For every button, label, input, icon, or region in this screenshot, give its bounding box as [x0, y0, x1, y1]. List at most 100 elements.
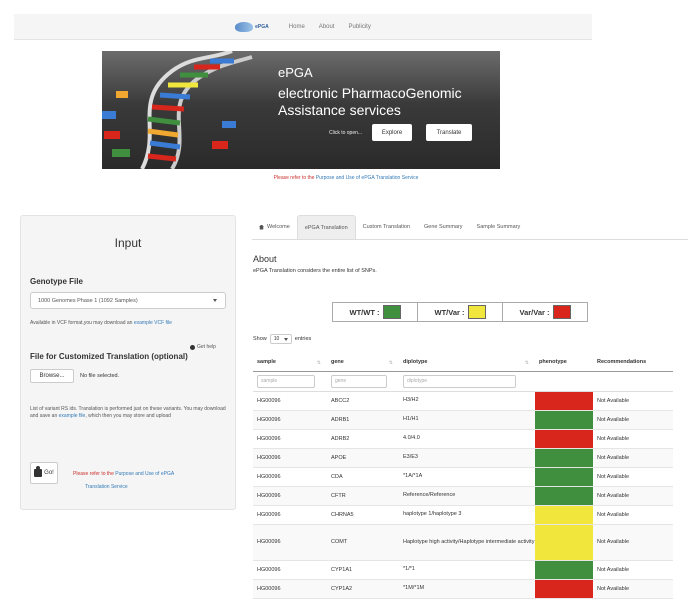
no-file-text: No file selected.	[80, 373, 120, 379]
translate-button[interactable]: Translate	[426, 124, 472, 141]
phenotype-cell	[535, 429, 593, 449]
legend-wt-var: WT/Var :	[418, 303, 503, 321]
get-help-link[interactable]: Get help	[190, 344, 216, 350]
column-header-diplotype-label: diplotype	[403, 358, 428, 365]
legend-var-var-label: Var/Var :	[519, 307, 550, 317]
diplotype-cell: *1/*1	[399, 560, 535, 580]
column-header-sample[interactable]: sample ⇅	[253, 353, 327, 372]
tab-sample-summary[interactable]: Sample Summary	[470, 215, 528, 239]
column-header-diplotype[interactable]: diplotype ⇅	[399, 353, 535, 372]
table-row[interactable]: HG00096 CHRNA5 haplotype 1/haplotype 3 Not …	[253, 505, 673, 525]
table-row[interactable]: HG00096 APOE E3/E3 Not Available	[253, 448, 673, 468]
sort-icon: ⇅	[524, 360, 529, 366]
genotype-file-select[interactable]: 1000 Genomes Phase 1 (1092 Samples)	[30, 292, 226, 309]
go-button[interactable]: Go!	[30, 462, 58, 484]
home-icon	[259, 224, 264, 230]
epga-logo[interactable]: ePGA	[235, 21, 269, 32]
column-header-recommendations[interactable]: Recommendations	[593, 353, 673, 372]
about-heading: About	[253, 254, 277, 264]
phenotype-cell	[535, 448, 593, 468]
browse-button[interactable]: Browse...	[30, 369, 74, 383]
sample-cell: HG00096	[253, 524, 327, 561]
sample-cell: HG00096	[253, 579, 327, 599]
table-row[interactable]: HG00096 CYP1A2 *1M/*1M Not Available	[253, 579, 673, 599]
legend-wt-wt-label: WT/WT :	[349, 307, 380, 317]
purpose-link-line2[interactable]: Translation Service	[73, 481, 233, 494]
recommendation-cell: Not Available	[593, 560, 673, 580]
filter-cell	[593, 371, 673, 392]
tab-gene-summary[interactable]: Gene Summary	[417, 215, 470, 239]
filter-cell: diplotype	[399, 371, 535, 392]
filter-row: sample gene diplotype	[253, 371, 673, 392]
tab-welcome[interactable]: Welcome	[252, 215, 297, 239]
main-tabs: Welcome ePGA Translation Custom Translat…	[252, 215, 688, 240]
diplotype-cell: H1/H1	[399, 410, 535, 430]
column-header-sample-label: sample	[257, 358, 276, 365]
nav-link-publicity[interactable]: Publicity	[348, 24, 370, 30]
chevron-down-icon	[213, 299, 217, 302]
table-row[interactable]: HG00096 ABCC2 H3/H2 Not Available	[253, 391, 673, 411]
banner-title: ePGA	[278, 65, 313, 80]
table-row[interactable]: HG00096 CDA *1A/*1A Not Available	[253, 467, 673, 487]
gene-cell: ABCC2	[327, 391, 399, 411]
banner-purpose-note: Please refer to the Purpose and Use of e…	[0, 175, 692, 181]
column-header-phenotype[interactable]: phenotype	[535, 353, 593, 372]
gene-cell: CDA	[327, 467, 399, 487]
diplotype-cell: *1M/*1M	[399, 579, 535, 599]
sample-cell: HG00096	[253, 505, 327, 525]
sort-icon: ⇅	[316, 360, 321, 366]
show-label: Show	[253, 336, 267, 342]
translation-results-table: sample ⇅ gene ⇅ diplotype ⇅ phenotype Recom…	[253, 353, 673, 599]
purpose-link[interactable]: Purpose and Use of ePGA	[115, 471, 174, 477]
gene-cell: ADRB2	[327, 429, 399, 449]
input-panel-title: Input	[114, 236, 142, 250]
filter-diplotype-input[interactable]: diplotype	[403, 374, 516, 388]
phenotype-cell	[535, 486, 593, 506]
filter-gene-input[interactable]: gene	[331, 374, 388, 388]
user-icon	[34, 466, 43, 477]
table-row[interactable]: HG00096 COMT Haplotype high activity/Haplo…	[253, 524, 673, 561]
example-file-link[interactable]: example file	[59, 413, 86, 419]
get-help-label: Get help	[197, 344, 216, 350]
nav-link-home[interactable]: Home	[289, 24, 305, 30]
variant-help-end: , which then you may store and upload	[85, 413, 171, 419]
diplotype-cell: H3/H2	[399, 391, 535, 411]
top-navbar: ePGA Home About Publicity	[14, 14, 592, 40]
banner-purpose-link[interactable]: Purpose and Use of ePGA Translation Serv…	[316, 175, 419, 181]
recommendation-cell: Not Available	[593, 524, 673, 561]
table-row[interactable]: HG00096 ADRB2 4.0/4.0 Not Available	[253, 429, 673, 449]
logo-text: ePGA	[255, 23, 269, 30]
column-header-recommendations-label: Recommendations	[597, 358, 647, 365]
table-row[interactable]: HG00096 CYP1A1 *1/*1 Not Available	[253, 560, 673, 580]
diplotype-cell: Reference/Reference	[399, 486, 535, 506]
tab-custom-translation[interactable]: Custom Translation	[356, 215, 417, 239]
gene-cell: ADRB1	[327, 410, 399, 430]
recommendation-cell: Not Available	[593, 486, 673, 506]
legend-wt-var-swatch	[467, 305, 486, 319]
input-panel: Input Genotype File 1000 Genomes Phase 1…	[20, 215, 236, 510]
phenotype-cell	[535, 467, 593, 487]
legend-wt-wt: WT/WT :	[333, 303, 418, 321]
page-length-select[interactable]: 10	[269, 334, 292, 344]
diplotype-cell: *1A/*1A	[399, 467, 535, 487]
example-vcf-link[interactable]: example VCF file	[134, 320, 172, 326]
diplotype-cell: E3/E3	[399, 448, 535, 468]
column-header-gene[interactable]: gene ⇅	[327, 353, 399, 372]
sort-icon: ⇅	[388, 360, 393, 366]
table-row[interactable]: HG00096 CFTR Reference/Reference Not Availa…	[253, 486, 673, 506]
filter-sample-input[interactable]: sample	[257, 374, 316, 388]
gene-cell: COMT	[327, 524, 399, 561]
sample-cell: HG00096	[253, 448, 327, 468]
about-text: ePGA Translation considers the entire li…	[253, 268, 377, 274]
nav-link-about[interactable]: About	[319, 24, 335, 30]
phenotype-cell	[535, 560, 593, 580]
explore-button[interactable]: Explore	[372, 124, 412, 141]
tab-epga-translation[interactable]: ePGA Translation	[296, 215, 356, 239]
info-icon	[190, 344, 195, 350]
sample-cell: HG00096	[253, 467, 327, 487]
table-row[interactable]: HG00096 ADRB1 H1/H1 Not Available	[253, 410, 673, 430]
vcf-help-text: Available in VCF format,you may download…	[30, 320, 230, 327]
filter-cell: sample	[253, 371, 327, 392]
legend-var-var-swatch	[552, 305, 571, 319]
recommendation-cell: Not Available	[593, 410, 673, 430]
